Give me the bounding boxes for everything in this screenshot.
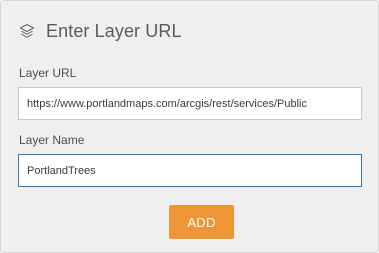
enter-layer-url-panel: Enter Layer URL Layer URL Layer Name ADD [0,0,379,253]
layer-name-input[interactable] [18,154,362,187]
panel-title: Enter Layer URL [46,20,182,41]
layers-icon [18,22,36,40]
add-button[interactable]: ADD [169,205,234,239]
layer-name-label: Layer Name [19,133,85,147]
panel-header: Enter Layer URL [18,19,182,43]
layer-url-label: Layer URL [19,66,77,80]
layer-url-input[interactable] [18,87,362,120]
